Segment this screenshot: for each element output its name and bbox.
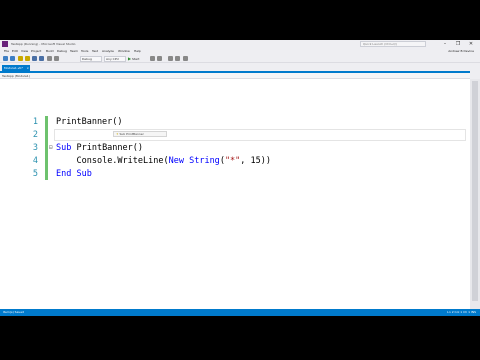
redo-icon[interactable] — [54, 56, 59, 61]
line-number: 1 — [32, 117, 38, 127]
code-keyword: Sub — [56, 143, 72, 153]
toolbar-misc2-icon[interactable] — [157, 56, 162, 61]
tab-label: Module1.vb* — [4, 66, 23, 70]
menu-bar: File Edit View Project Build Debug Team … — [0, 48, 480, 55]
line-number: 5 — [32, 169, 38, 179]
vertical-scrollbar[interactable] — [470, 79, 480, 309]
close-window-button[interactable]: ✕ — [466, 41, 476, 47]
visual-studio-logo-icon — [2, 41, 8, 47]
quick-launch-input[interactable]: Quick Launch (Ctrl+Q) — [360, 41, 426, 47]
account-name[interactable]: Andrew B Devine — [448, 48, 474, 55]
code-keyword: String — [189, 156, 220, 166]
menu-build[interactable]: Build — [46, 48, 54, 55]
code-text: PrintBanner() — [71, 143, 144, 153]
comment-icon[interactable] — [168, 56, 173, 61]
bookmark-icon[interactable] — [183, 56, 188, 61]
toolbar: Debug Any CPU ▶ Start — [0, 55, 480, 63]
menu-edit[interactable]: Edit — [12, 48, 18, 55]
start-label: Start — [132, 57, 140, 61]
menu-window[interactable]: Window — [118, 48, 130, 55]
toolbar-misc-icon[interactable] — [150, 56, 155, 61]
configuration-dropdown[interactable]: Debug — [80, 56, 102, 62]
menu-analyze[interactable]: Analyze — [102, 48, 114, 55]
menu-tools[interactable]: Tools — [81, 48, 88, 55]
navigation-bar: TestApp (Module1) — [0, 71, 470, 79]
code-string: "*" — [224, 156, 241, 166]
platform-dropdown[interactable]: Any CPU — [104, 56, 126, 62]
code-line: Console.WriteLine(New String("*", 15)) — [56, 155, 271, 167]
title-bar: TestApp (Running) - Microsoft Visual Stu… — [0, 40, 480, 48]
code-text: PrintBanner() — [56, 117, 123, 127]
line-number: 4 — [32, 156, 38, 166]
code-keyword: End Sub — [56, 169, 92, 179]
line-number: 3 — [32, 143, 38, 153]
menu-project[interactable]: Project — [31, 48, 41, 55]
code-line: End Sub — [56, 168, 92, 180]
status-bar: Item(s) Saved Ln 2 Col 1 Ch 1 INS — [0, 309, 480, 316]
open-file-icon[interactable] — [25, 56, 30, 61]
window-title: TestApp (Running) - Microsoft Visual Stu… — [11, 42, 76, 46]
code-line: Sub PrintBanner() — [56, 142, 143, 154]
restore-button[interactable]: ❐ — [453, 41, 463, 47]
minimize-button[interactable]: – — [440, 41, 450, 47]
code-editor[interactable]: 1 2 3 4 5 ⊟ PrintBanner() ✦ Sub PrintBan… — [0, 79, 470, 309]
code-keyword: New — [168, 156, 184, 166]
status-message: Item(s) Saved — [3, 310, 24, 314]
collapse-icon[interactable]: ⊟ — [49, 144, 53, 152]
new-project-icon[interactable] — [18, 56, 23, 61]
scrollbar-thumb[interactable] — [472, 81, 478, 301]
change-tracking-bar — [45, 116, 48, 180]
code-line: PrintBanner() — [56, 116, 123, 128]
undo-icon[interactable] — [47, 56, 52, 61]
line-number: 2 — [32, 130, 38, 140]
quick-actions-tooltip[interactable]: ✦ Sub PrintBanner — [113, 131, 167, 137]
uncomment-icon[interactable] — [175, 56, 180, 61]
menu-team[interactable]: Team — [70, 48, 78, 55]
save-all-icon[interactable] — [39, 56, 44, 61]
start-button[interactable]: ▶ Start — [128, 56, 139, 62]
menu-test[interactable]: Test — [92, 48, 98, 55]
play-icon: ▶ — [128, 56, 132, 61]
code-text: Console.WriteLine( — [76, 156, 169, 166]
back-icon[interactable] — [3, 56, 8, 61]
document-tabs: Module1.vb* × — [0, 64, 480, 71]
cursor-position: Ln 2 Col 1 Ch 1 INS — [447, 310, 476, 314]
forward-icon[interactable] — [10, 56, 15, 61]
menu-debug[interactable]: Debug — [57, 48, 67, 55]
menu-help[interactable]: Help — [134, 48, 141, 55]
save-icon[interactable] — [32, 56, 37, 61]
visual-studio-window: TestApp (Running) - Microsoft Visual Stu… — [0, 40, 480, 316]
menu-view[interactable]: View — [21, 48, 28, 55]
quick-actions-text: Sub PrintBanner — [119, 132, 144, 136]
menu-file[interactable]: File — [4, 48, 9, 55]
code-text: , 15)) — [240, 156, 272, 166]
